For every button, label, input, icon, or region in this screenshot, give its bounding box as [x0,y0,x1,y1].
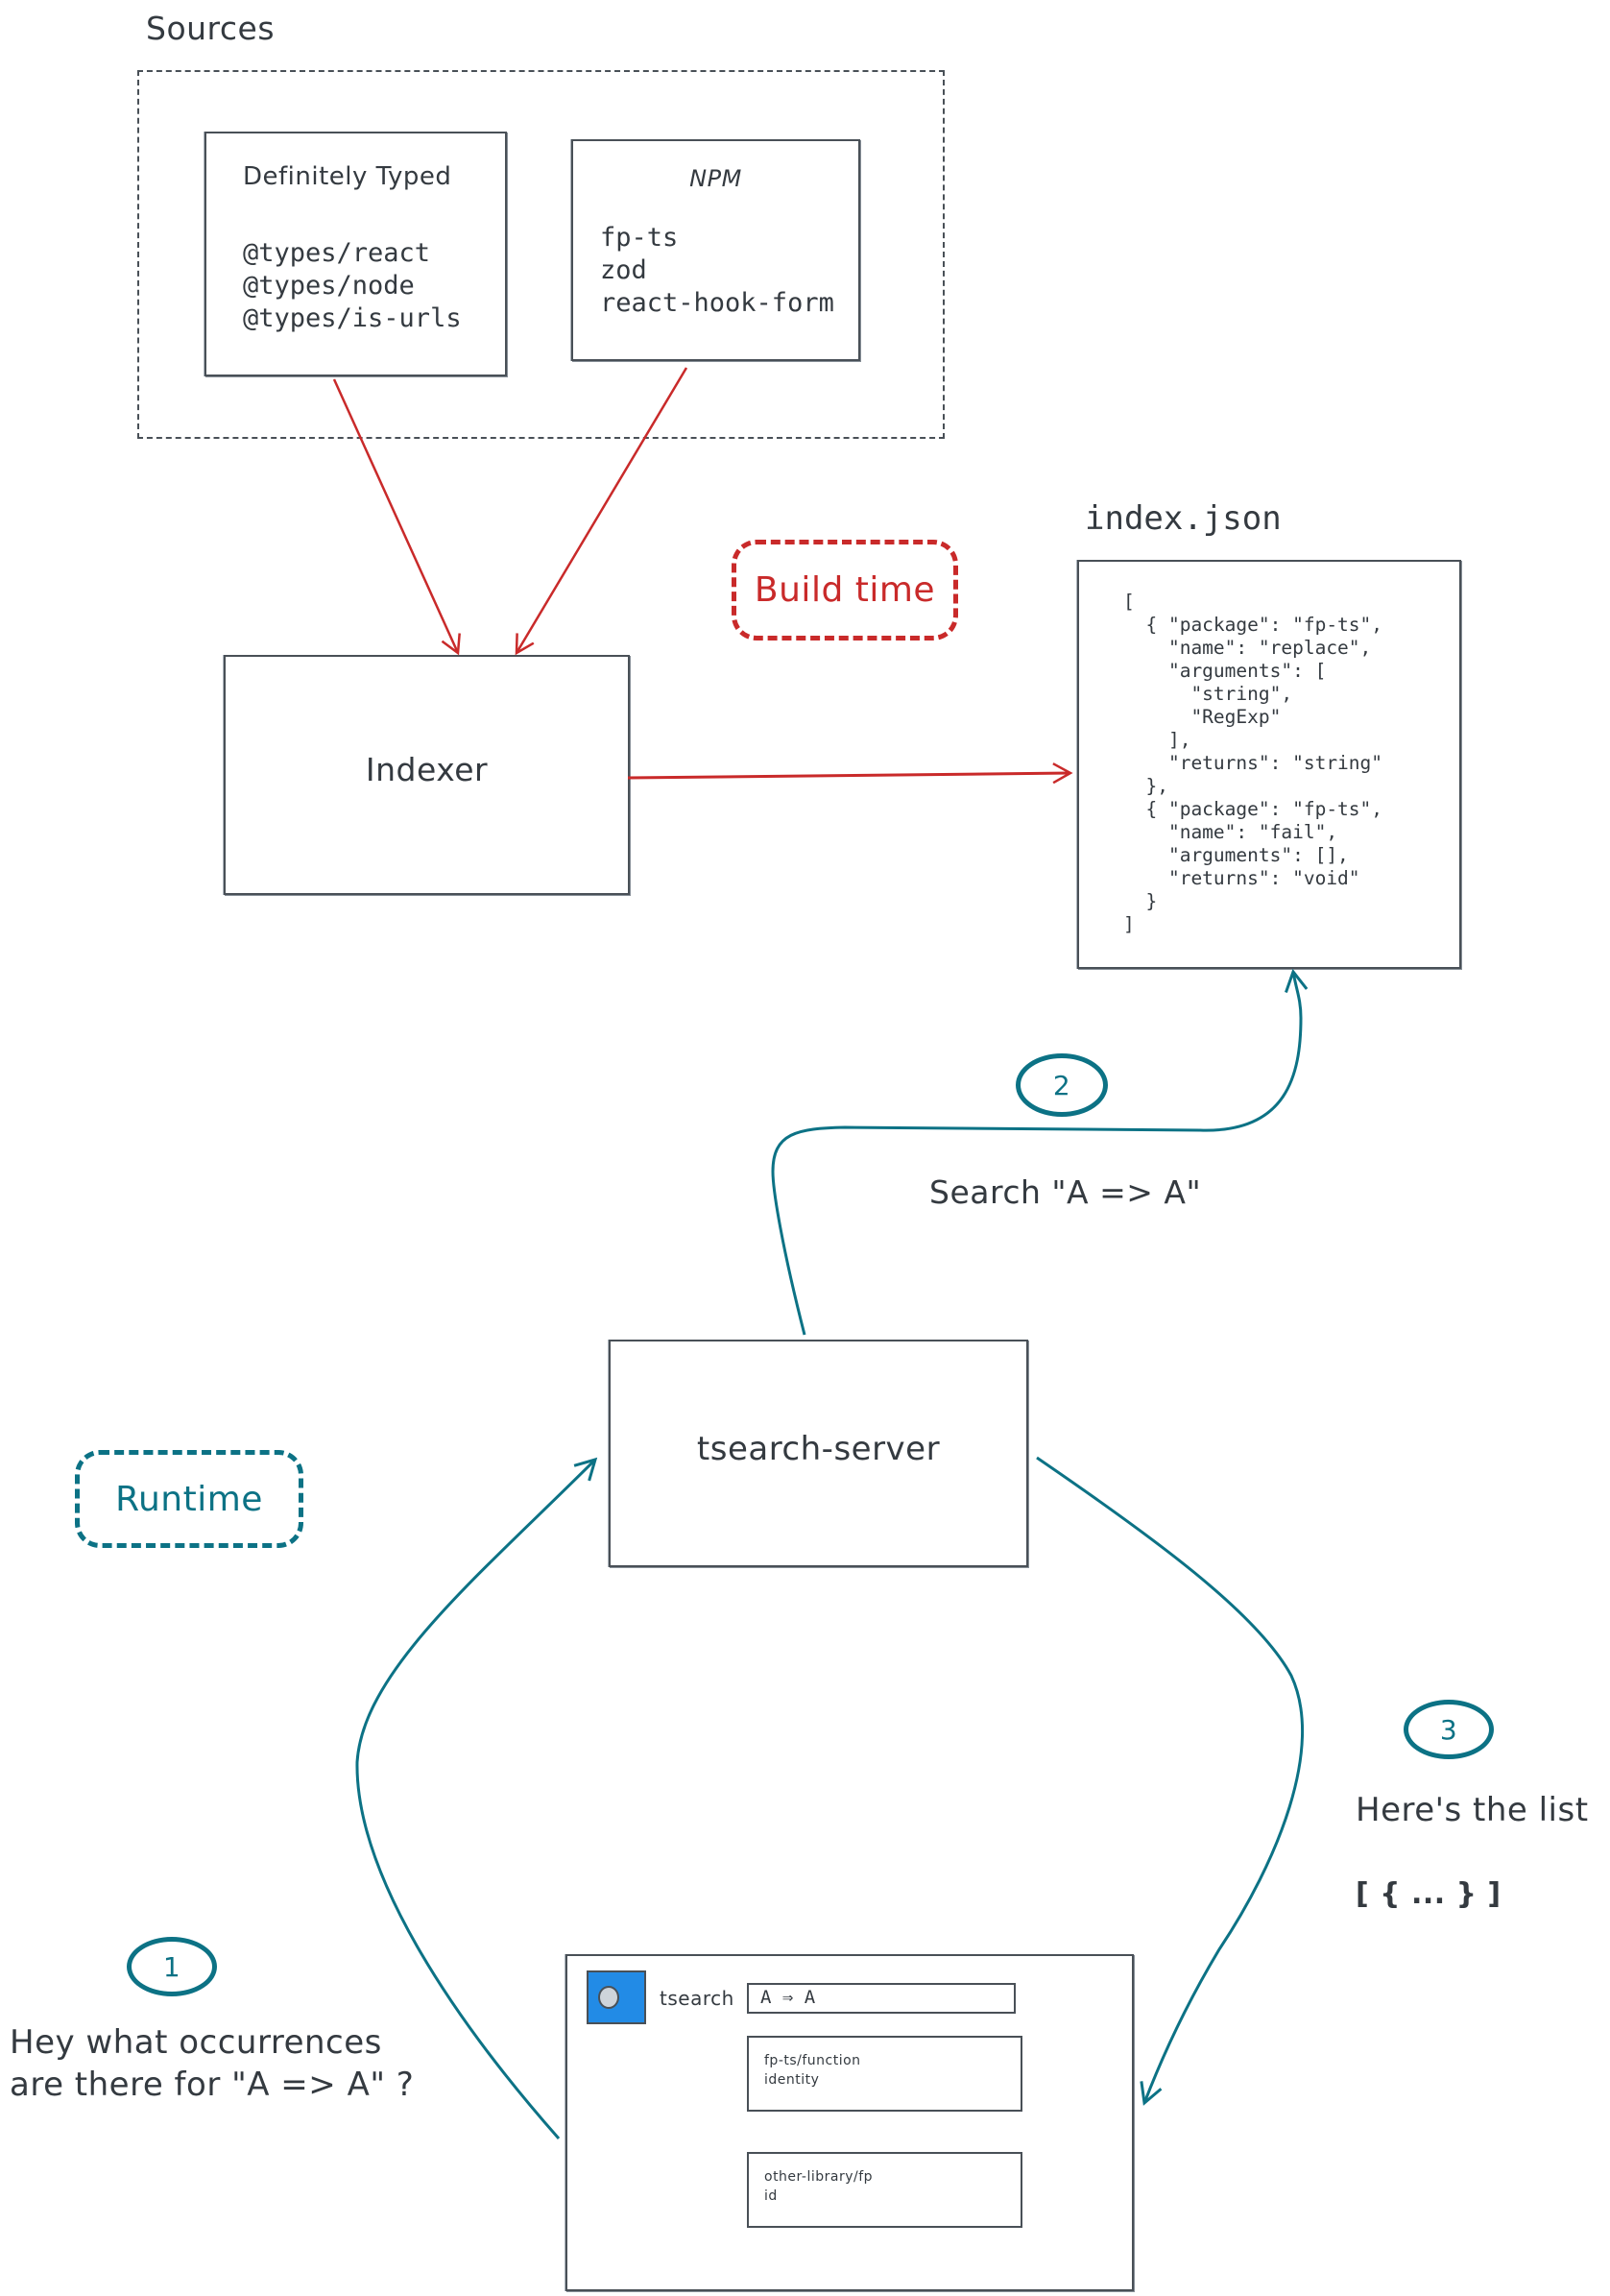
search-input[interactable]: A ⇒ A [747,1983,1016,2014]
tsearch-server-label: tsearch-server [696,1430,941,1468]
definitely-typed-title: Definitely Typed [243,162,452,191]
result-module: other-library/fp [764,2169,874,2185]
step-3-payload: [ { ... } ] [1356,1877,1502,1911]
indexer-label: Indexer [365,751,489,788]
build-time-tag: Build time [732,540,958,640]
definitely-typed-box: Definitely Typed @types/react @types/nod… [204,132,507,376]
indexer-box: Indexer [224,655,630,895]
step-1-line: Hey what occurrences [10,2023,382,2062]
arrow-server-to-index-json [771,968,1309,1336]
npm-title: NPM [689,165,742,192]
logo-blob-icon [598,1986,619,2009]
step-2-label: Search "A => A" [929,1173,1202,1211]
package-item: react-hook-form [600,288,834,318]
definitely-typed-list: @types/react @types/node @types/is-urls [243,237,462,335]
package-item: @types/is-urls [243,303,462,333]
app-brand: tsearch [660,1987,734,2010]
index-json-code: [ { "package": "fp-ts", "name": "replace… [1123,591,1383,935]
app-mockup-window: tsearch A ⇒ A fp-ts/function identity ot… [565,1954,1134,2291]
sources-title: Sources [146,10,276,47]
index-json-box: [ { "package": "fp-ts", "name": "replace… [1077,560,1461,969]
npm-list: fp-ts zod react-hook-form [600,222,834,320]
search-input-value: A ⇒ A [760,1987,816,2008]
result-module: fp-ts/function [764,2053,861,2068]
package-item: fp-ts [600,223,679,253]
npm-box: NPM fp-ts zod react-hook-form [571,139,860,361]
package-item: zod [600,255,647,285]
step-3-label: Here's the list [1356,1791,1589,1829]
index-json-title: index.json [1085,499,1282,538]
result-card[interactable]: other-library/fp id [747,2152,1022,2228]
result-name: id [764,2188,778,2204]
tsearch-server-box: tsearch-server [609,1340,1028,1567]
package-item: @types/node [243,271,415,301]
package-item: @types/react [243,238,431,268]
step-1-label: Hey what occurrences are there for "A =>… [10,2021,414,2106]
result-name: identity [764,2072,820,2088]
step-1-badge: 1 [127,1937,217,1996]
step-3-badge: 3 [1404,1700,1494,1759]
app-logo[interactable] [587,1970,646,2024]
result-card[interactable]: fp-ts/function identity [747,2036,1022,2112]
step-2-badge: 2 [1016,1053,1108,1117]
step-1-line: are there for "A => A" ? [10,2066,415,2104]
arrow-indexer-to-index-json [627,762,1073,785]
runtime-tag: Runtime [75,1450,303,1548]
